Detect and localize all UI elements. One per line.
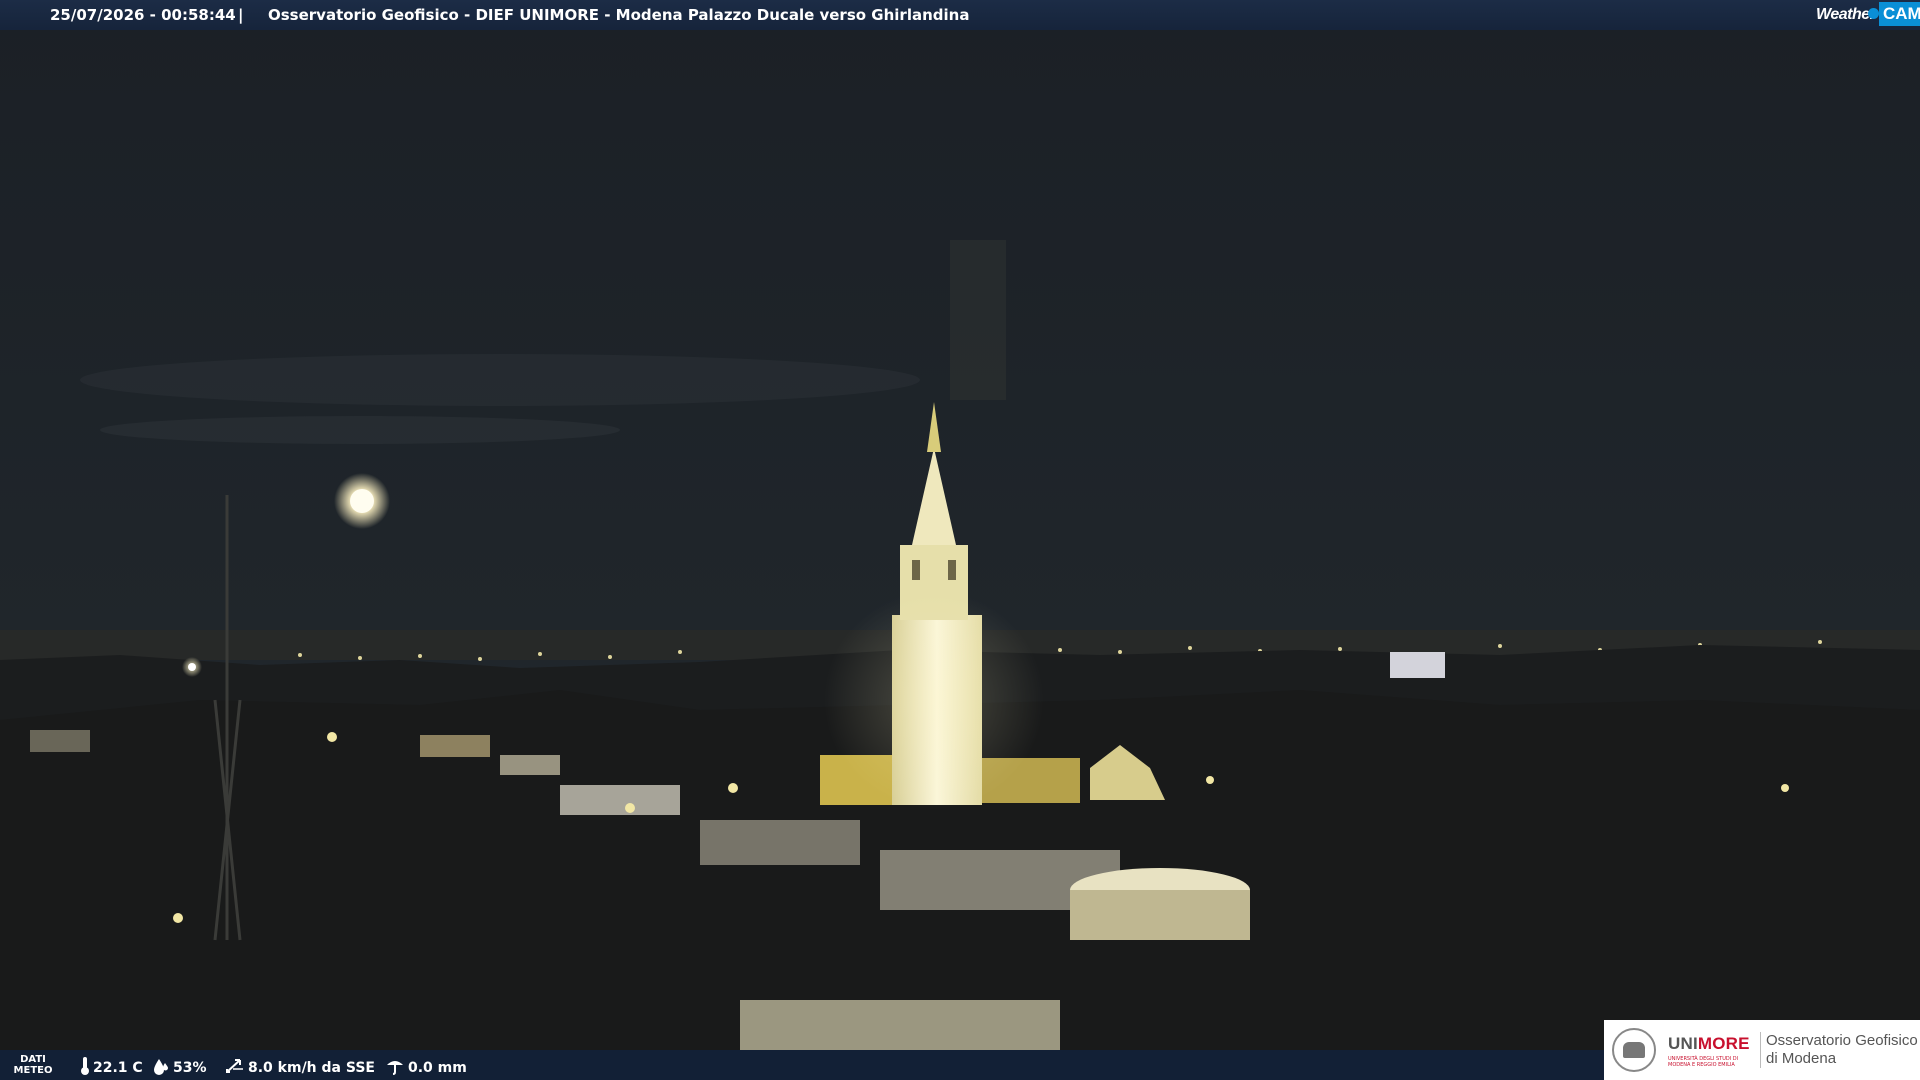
temperature-readout: 22.1 C bbox=[80, 1057, 143, 1076]
weather-wordmark: Weather bbox=[1816, 6, 1876, 23]
temperature-value: 22.1 C bbox=[93, 1060, 143, 1076]
wind-readout: 8.0 km/h da SSE bbox=[225, 1057, 375, 1076]
logo-dot-icon bbox=[1868, 8, 1879, 19]
cam-wordmark: CAM bbox=[1879, 2, 1920, 26]
camera-title: Osservatorio Geofisico - DIEF UNIMORE - … bbox=[268, 6, 970, 24]
thermometer-icon bbox=[81, 1057, 89, 1075]
meteo-data-label: DATI METEO bbox=[13, 1054, 53, 1076]
timestamp: 25/07/2026 - 00:58:44 bbox=[50, 6, 236, 24]
header-separator: | bbox=[238, 6, 244, 24]
wind-icon bbox=[226, 1059, 243, 1073]
weathercam-logo[interactable]: Weather CAM bbox=[1816, 0, 1920, 30]
humidity-readout: 53% bbox=[152, 1057, 207, 1076]
rain-gauge-icon bbox=[387, 1061, 403, 1075]
rain-value: 0.0 mm bbox=[408, 1060, 467, 1076]
wind-value: 8.0 km/h da SSE bbox=[248, 1060, 375, 1076]
unimore-wordmark: UNIMORE bbox=[1668, 1034, 1750, 1053]
observatory-name: Osservatorio Geofisico di Modena bbox=[1766, 1032, 1918, 1067]
humidity-value: 53% bbox=[173, 1060, 207, 1076]
webcam-image bbox=[0, 0, 1920, 1080]
header-bar: 25/07/2026 - 00:58:44 | Osservatorio Geo… bbox=[0, 0, 1920, 30]
university-subtitle: UNIVERSITÀ DEGLI STUDI DI MODENA E REGGI… bbox=[1668, 1056, 1739, 1068]
humidity-drop-icon bbox=[154, 1059, 168, 1075]
unimore-logo-panel[interactable]: UNIMORE UNIVERSITÀ DEGLI STUDI DI MODENA… bbox=[1604, 1020, 1920, 1080]
logo-divider bbox=[1760, 1032, 1761, 1068]
university-seal-icon bbox=[1612, 1028, 1656, 1072]
rain-readout: 0.0 mm bbox=[385, 1057, 467, 1076]
